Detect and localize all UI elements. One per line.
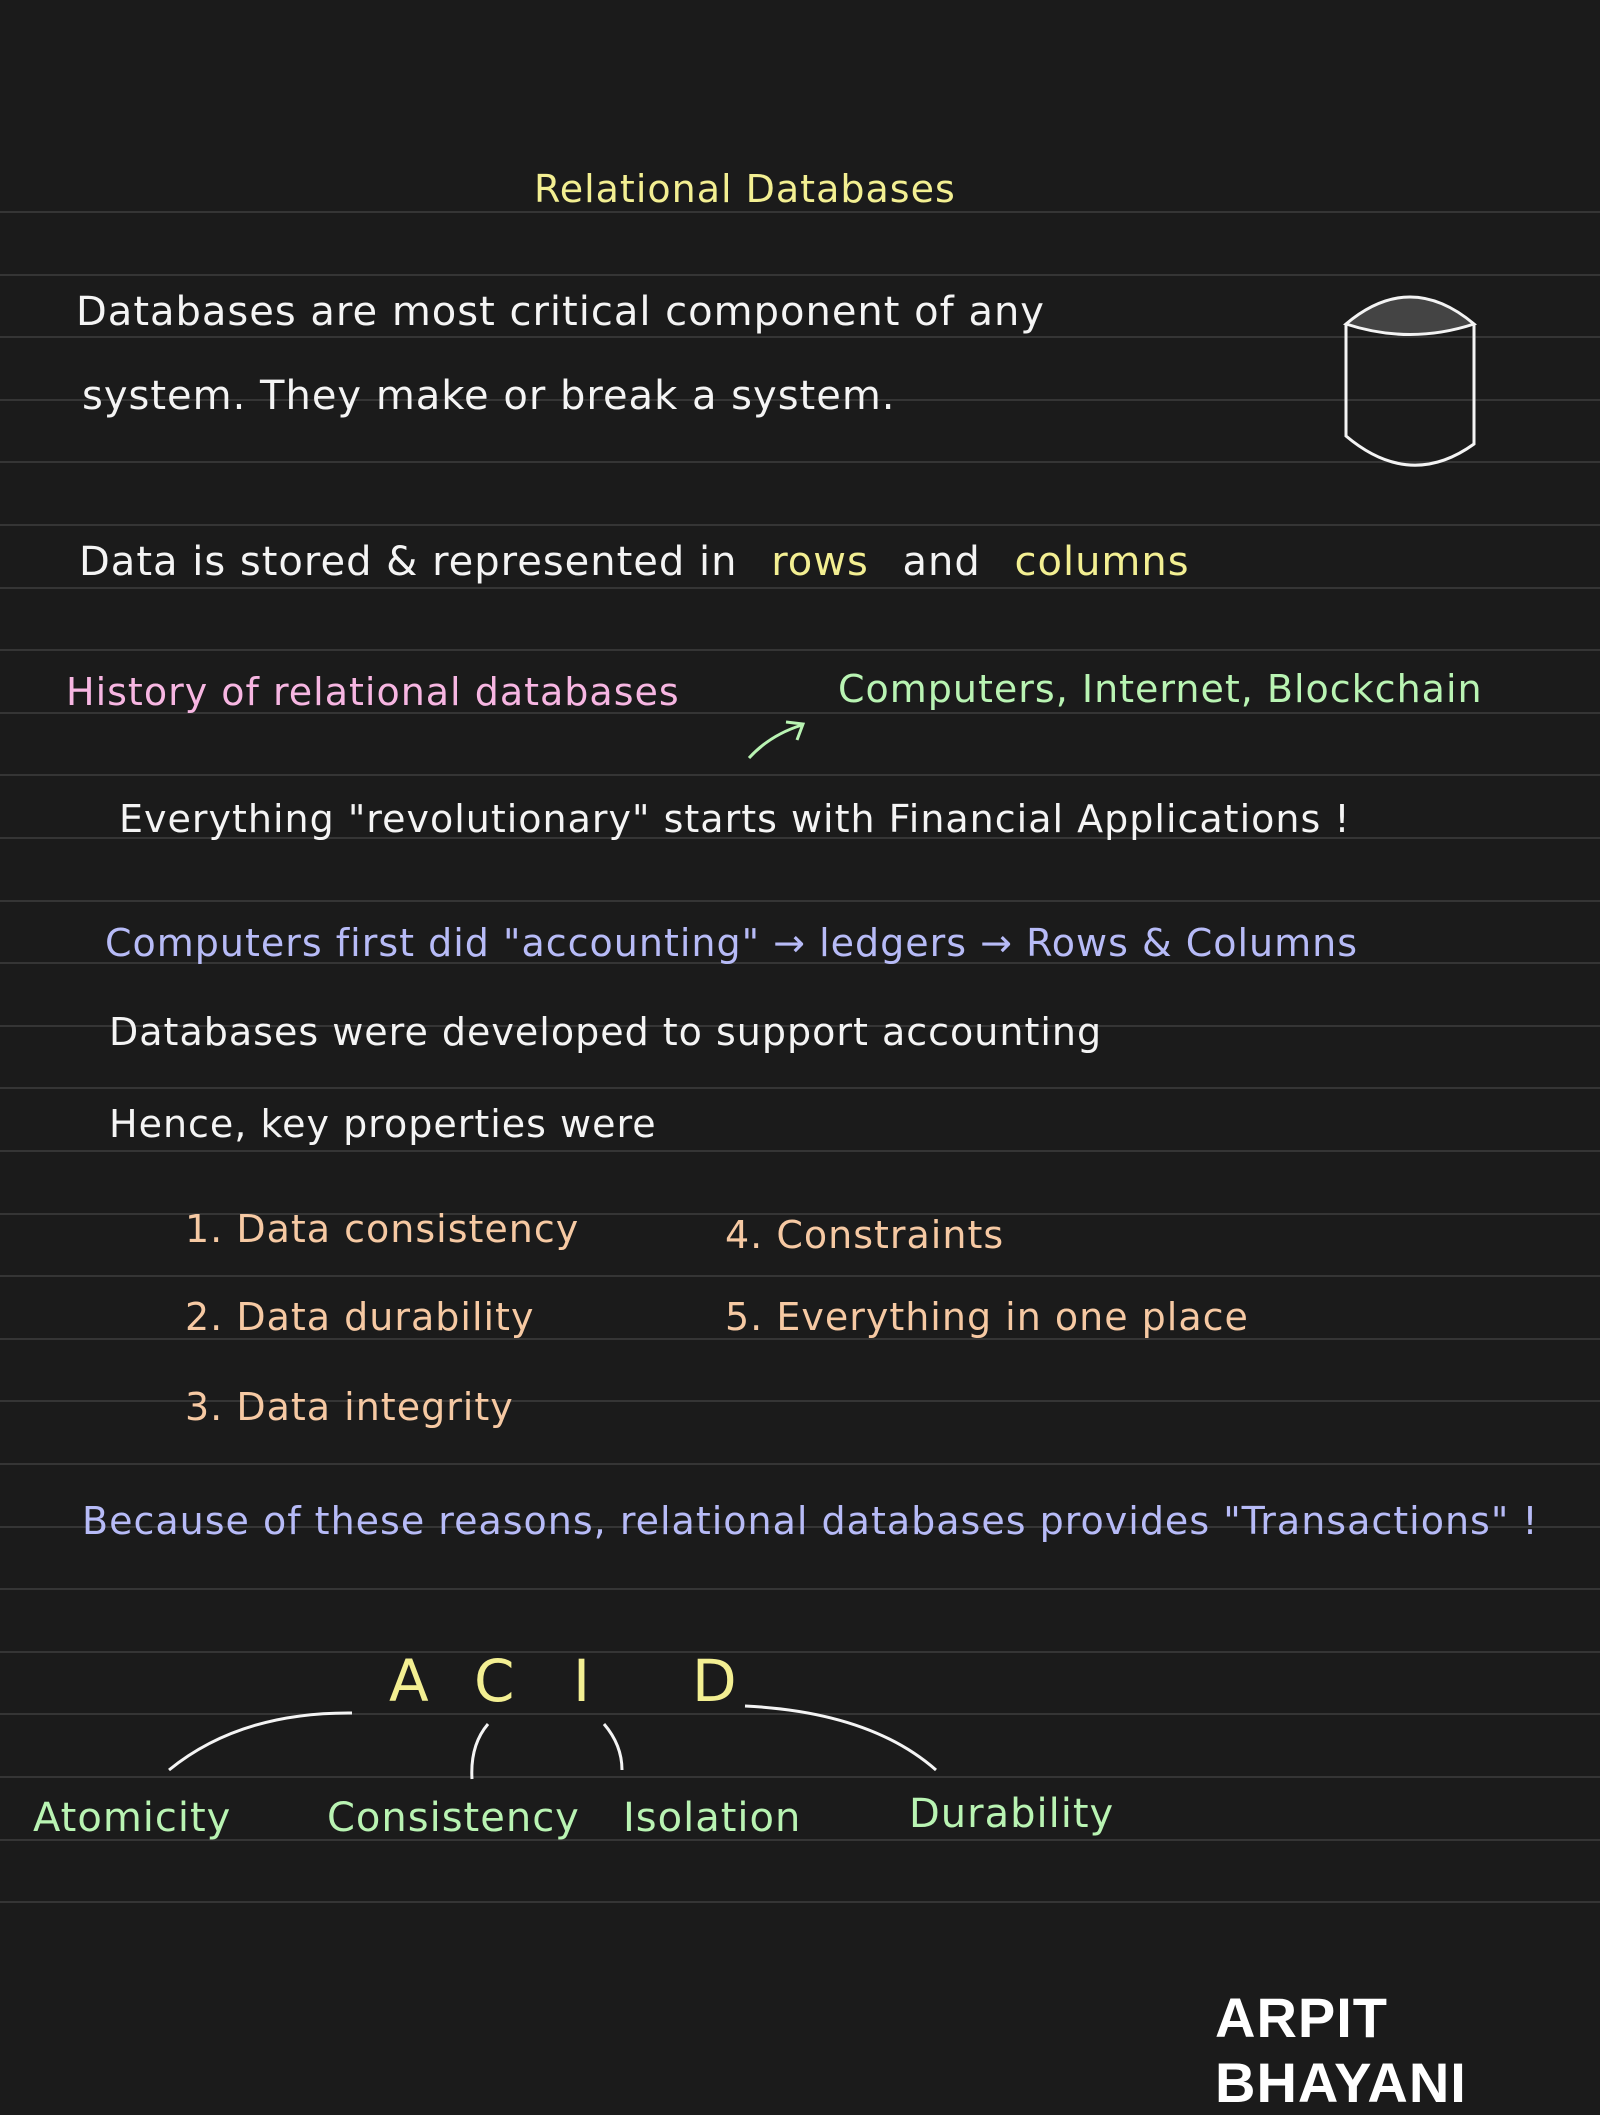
acid-term-isolation: Isolation xyxy=(623,1795,802,1841)
history-heading: History of relational databases xyxy=(66,670,680,714)
database-cylinder-icon xyxy=(1342,295,1478,467)
property-item: 2. Data durability xyxy=(185,1295,535,1339)
property-item: 4. Constraints xyxy=(725,1213,1005,1257)
acid-connectors xyxy=(168,1704,937,1780)
property-item: 3. Data integrity xyxy=(185,1385,514,1429)
acid-term-atomicity: Atomicity xyxy=(33,1795,232,1841)
history-examples: Computers, Internet, Blockchain xyxy=(838,667,1483,711)
acid-letter-c: C xyxy=(474,1647,516,1715)
acid-letter-a: A xyxy=(389,1647,430,1715)
storage-rows: rows xyxy=(771,539,869,585)
acid-term-durability: Durability xyxy=(909,1791,1115,1837)
acid-term-consistency: Consistency xyxy=(327,1795,580,1841)
because-line: Because of these reasons, relational dat… xyxy=(82,1499,1539,1543)
history-hence: Hence, key properties were xyxy=(109,1102,657,1146)
acid-letter-d: D xyxy=(692,1647,738,1715)
history-developed: Databases were developed to support acco… xyxy=(109,1010,1103,1054)
property-item: 5. Everything in one place xyxy=(725,1295,1249,1339)
property-item: 1. Data consistency xyxy=(185,1207,580,1251)
history-statement: Everything "revolutionary" starts with F… xyxy=(119,797,1351,841)
storage-prefix: Data is stored & represented in xyxy=(79,539,738,585)
acid-letter-i: I xyxy=(573,1647,592,1715)
author-logo: ARPIT BHAYANI xyxy=(1215,1986,1467,2114)
storage-columns: columns xyxy=(1014,539,1190,585)
storage-and: and xyxy=(902,539,981,585)
storage-line: Data is stored & represented in rows and… xyxy=(79,542,1190,582)
history-chain: Computers first did "accounting" → ledge… xyxy=(105,921,1359,965)
arrow-icon xyxy=(747,720,806,760)
